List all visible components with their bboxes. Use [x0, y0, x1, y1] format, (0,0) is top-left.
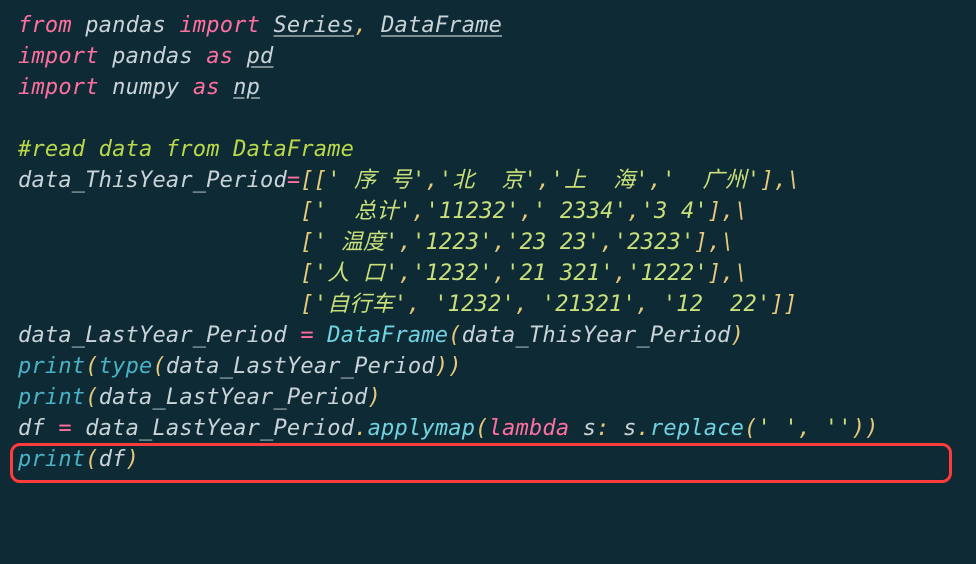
code-line: ['自行车', '1232', '21321', '12 22']]: [18, 292, 797, 317]
code-line: print(df): [18, 447, 139, 472]
code-line: import pandas as pd: [18, 44, 273, 69]
code-line: print(type(data_LastYear_Period)): [18, 354, 462, 379]
code-line: data_ThisYear_Period=[[' 序 号','北 京','上 海…: [18, 168, 801, 193]
code-line: from pandas import Series, DataFrame: [18, 13, 502, 38]
highlight-box: [10, 443, 952, 483]
code-block: from pandas import Series, DataFrame imp…: [0, 0, 976, 493]
code-line: import numpy as np: [18, 75, 260, 100]
code-line: ['人 口','1232','21 321','1222'],\: [18, 261, 748, 286]
symbol-dataframe: DataFrame: [381, 13, 502, 38]
code-line: df = data_LastYear_Period.applymap(lambd…: [18, 416, 879, 441]
code-line: data_LastYear_Period = DataFrame(data_Th…: [18, 323, 744, 348]
code-line: print(data_LastYear_Period): [18, 385, 381, 410]
symbol-series: Series: [273, 13, 354, 38]
code-line: [' 总计','11232',' 2334','3 4'],\: [18, 199, 748, 224]
code-line: [' 温度','1223','23 23','2323'],\: [18, 230, 735, 255]
code-line: #read data from DataFrame: [18, 137, 354, 162]
